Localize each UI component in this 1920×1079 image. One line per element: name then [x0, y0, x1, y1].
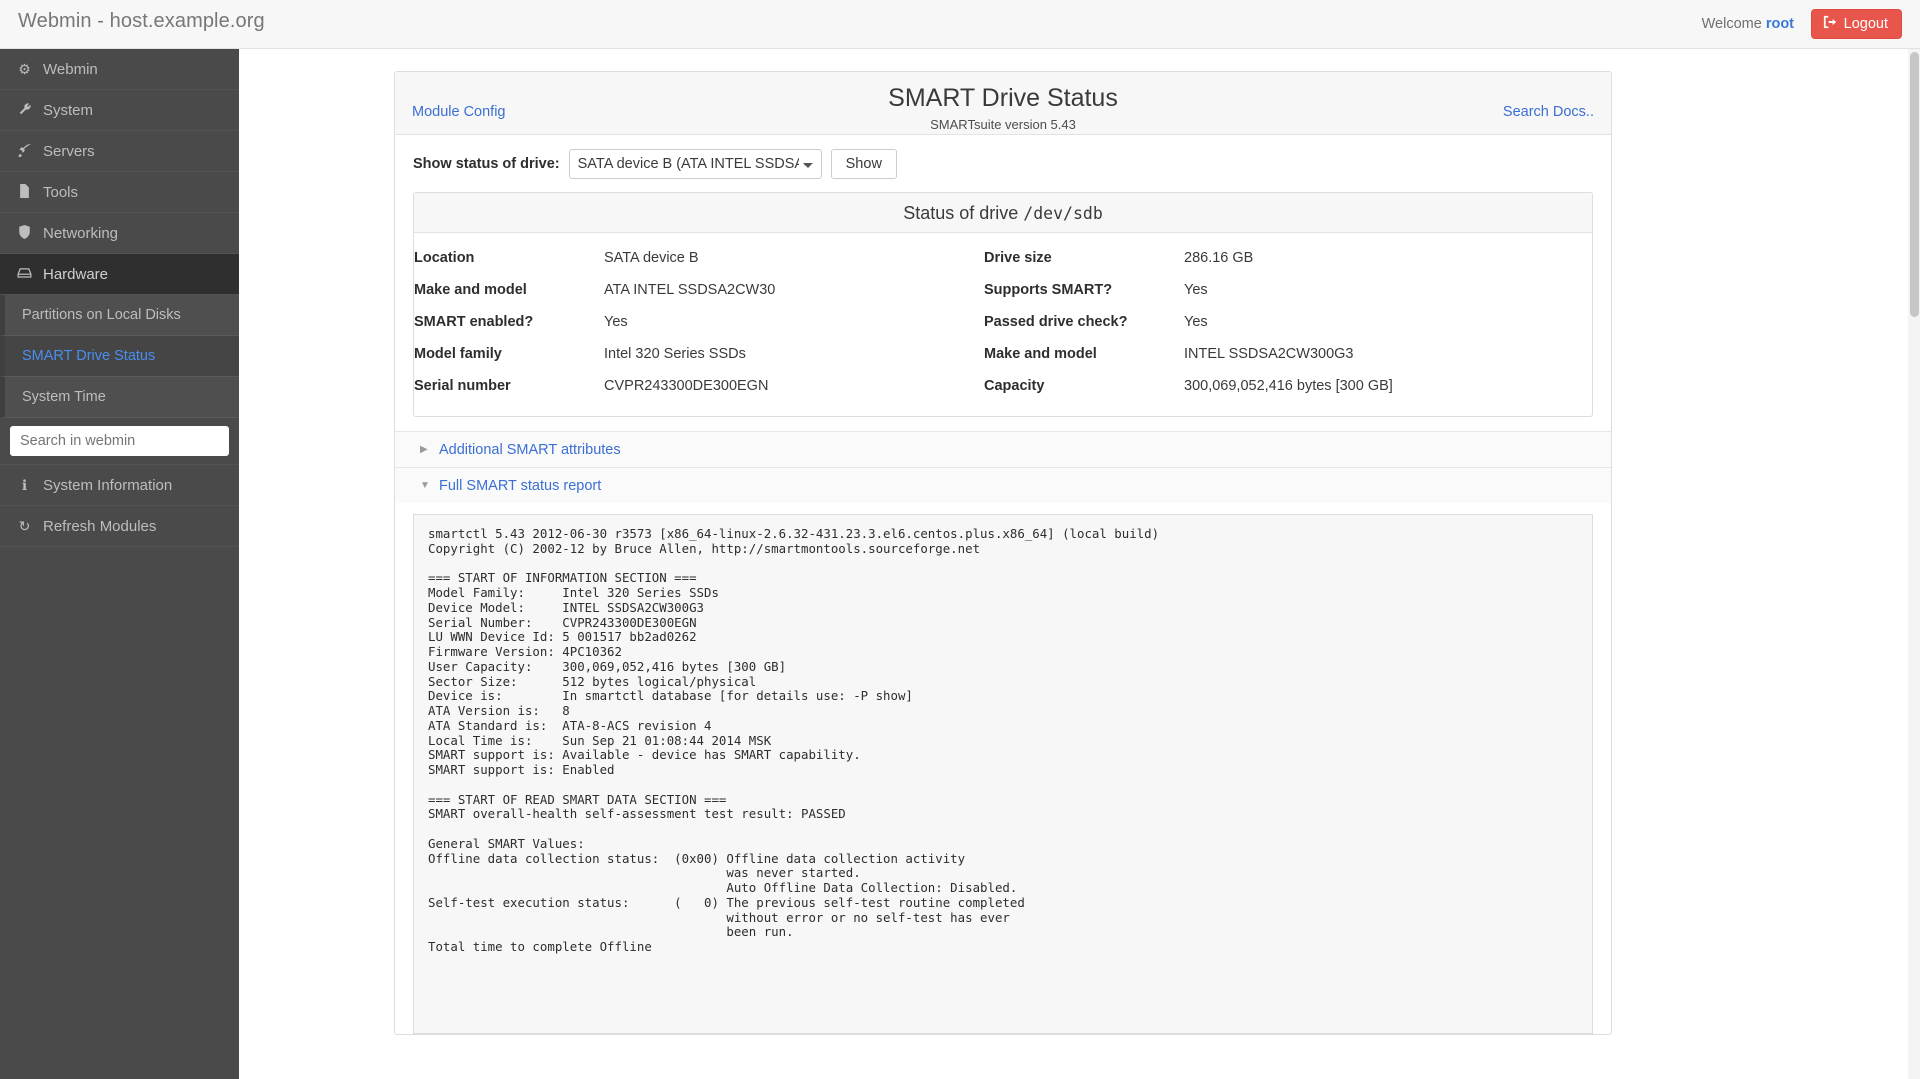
search-docs-link[interactable]: Search Docs..: [1503, 104, 1594, 120]
sidebar-item-label: Webmin: [43, 61, 98, 78]
welcome-username: root: [1766, 16, 1794, 32]
sidebar-item-webmin[interactable]: ⚙ Webmin: [0, 49, 239, 90]
sidebar-item-system[interactable]: System: [0, 90, 239, 131]
table-row: Location SATA device B Drive size 286.16…: [414, 242, 1592, 274]
table-row: SMART enabled? Yes Passed drive check? Y…: [414, 306, 1592, 338]
field-label: SMART enabled?: [414, 306, 604, 338]
info-icon: ℹ: [17, 477, 32, 494]
panel-header: Module Config SMART Drive Status SMARTsu…: [395, 72, 1611, 135]
top-header-bar: Webmin - host.example.org Welcome root L…: [0, 0, 1920, 49]
drive-icon: [17, 266, 32, 282]
page-title: SMART Drive Status: [395, 84, 1611, 113]
sidebar-item-smart-drive-status[interactable]: SMART Drive Status: [0, 336, 239, 377]
drive-status-box: Status of drive /dev/sdb Location SATA d…: [413, 192, 1593, 417]
welcome-message: Welcome root: [1702, 16, 1794, 32]
sidebar-item-label: System Information: [43, 477, 172, 494]
sidebar-subitem-label: SMART Drive Status: [22, 348, 155, 364]
sidebar-item-system-information[interactable]: ℹ System Information: [0, 465, 239, 506]
field-value: Yes: [1184, 306, 1592, 338]
drive-info-table: Location SATA device B Drive size 286.16…: [414, 242, 1592, 402]
status-box-body: Location SATA device B Drive size 286.16…: [414, 233, 1592, 416]
field-value: 286.16 GB: [1184, 242, 1592, 274]
rocket-icon: [17, 143, 32, 160]
welcome-prefix: Welcome: [1702, 16, 1766, 32]
field-label: Make and model: [984, 338, 1184, 370]
table-row: Model family Intel 320 Series SSDs Make …: [414, 338, 1592, 370]
sidebar-item-hardware[interactable]: Hardware: [0, 254, 239, 295]
sidebar-item-refresh-modules[interactable]: ↻ Refresh Modules: [0, 506, 239, 547]
sidebar-subitem-label: System Time: [22, 389, 106, 405]
report-container: smartctl 5.43 2012-06-30 r3573 [x86_64-l…: [395, 503, 1611, 1034]
file-icon: [17, 184, 32, 201]
sidebar-search-container: [0, 418, 239, 465]
field-label: Model family: [414, 338, 604, 370]
field-label: Serial number: [414, 370, 604, 402]
field-value: SATA device B: [604, 242, 984, 274]
field-value: Yes: [1184, 274, 1592, 306]
sidebar-item-label: Tools: [43, 184, 78, 201]
field-value: CVPR243300DE300EGN: [604, 370, 984, 402]
sidebar-navigation: ⚙ Webmin System Servers Tools: [0, 49, 239, 1079]
section-toggle-full-smart-status-report[interactable]: ▼ Full SMART status report: [395, 467, 1611, 503]
field-label: Capacity: [984, 370, 1184, 402]
field-value: ATA INTEL SSDSA2CW30: [604, 274, 984, 306]
page-subtitle: SMARTsuite version 5.43: [395, 117, 1611, 132]
sign-out-icon: [1823, 15, 1837, 33]
show-button[interactable]: Show: [831, 149, 897, 179]
logout-button[interactable]: Logout: [1811, 9, 1902, 39]
main-content-area: Module Config SMART Drive Status SMARTsu…: [239, 49, 1920, 1079]
table-row: Make and model ATA INTEL SSDSA2CW30 Supp…: [414, 274, 1592, 306]
gear-icon: ⚙: [17, 61, 32, 78]
sidebar-item-label: Hardware: [43, 266, 108, 283]
sidebar-item-label: System: [43, 102, 93, 119]
sidebar-item-partitions-on-local-disks[interactable]: Partitions on Local Disks: [0, 295, 239, 336]
drive-select[interactable]: SATA device B (ATA INTEL SSDSA2CW30): [569, 149, 822, 179]
search-input[interactable]: [10, 426, 229, 456]
smart-drive-status-panel: Module Config SMART Drive Status SMARTsu…: [394, 71, 1612, 1035]
field-label: Make and model: [414, 274, 604, 306]
drive-selector-label: Show status of drive:: [413, 156, 560, 172]
field-value: Yes: [604, 306, 984, 338]
app-brand-title: Webmin - host.example.org: [18, 10, 265, 33]
field-value: INTEL SSDSA2CW300G3: [1184, 338, 1592, 370]
field-label: Drive size: [984, 242, 1184, 274]
sidebar-item-label: Networking: [43, 225, 118, 242]
chevron-right-icon: ▶: [420, 445, 430, 455]
field-value: Intel 320 Series SSDs: [604, 338, 984, 370]
sidebar-item-servers[interactable]: Servers: [0, 131, 239, 172]
sidebar-item-networking[interactable]: Networking: [0, 213, 239, 254]
table-row: Serial number CVPR243300DE300EGN Capacit…: [414, 370, 1592, 402]
sidebar-item-label: Servers: [43, 143, 95, 160]
status-title-device: /dev/sdb: [1023, 204, 1102, 223]
status-box-title: Status of drive /dev/sdb: [414, 193, 1592, 233]
sidebar-item-tools[interactable]: Tools: [0, 172, 239, 213]
status-title-prefix: Status of drive: [903, 203, 1023, 223]
field-label: Location: [414, 242, 604, 274]
page-scrollbar-thumb[interactable]: [1910, 52, 1919, 317]
section-label: Full SMART status report: [439, 478, 601, 494]
shield-icon: [17, 225, 32, 242]
smart-report-text[interactable]: smartctl 5.43 2012-06-30 r3573 [x86_64-l…: [413, 514, 1593, 1034]
section-toggle-additional-smart-attributes[interactable]: ▶ Additional SMART attributes: [395, 431, 1611, 467]
sidebar-subitem-label: Partitions on Local Disks: [22, 307, 181, 323]
page-scrollbar[interactable]: [1908, 49, 1920, 1079]
wrench-icon: [17, 102, 32, 119]
field-label: Supports SMART?: [984, 274, 1184, 306]
sidebar-item-label: Refresh Modules: [43, 518, 156, 535]
section-label: Additional SMART attributes: [439, 442, 621, 458]
drive-selector-row: Show status of drive: SATA device B (ATA…: [395, 135, 1611, 192]
field-value: 300,069,052,416 bytes [300 GB]: [1184, 370, 1592, 402]
refresh-icon: ↻: [17, 518, 32, 535]
sidebar-item-system-time[interactable]: System Time: [0, 377, 239, 418]
chevron-down-icon: ▼: [420, 481, 430, 491]
logout-label: Logout: [1844, 10, 1888, 38]
field-label: Passed drive check?: [984, 306, 1184, 338]
